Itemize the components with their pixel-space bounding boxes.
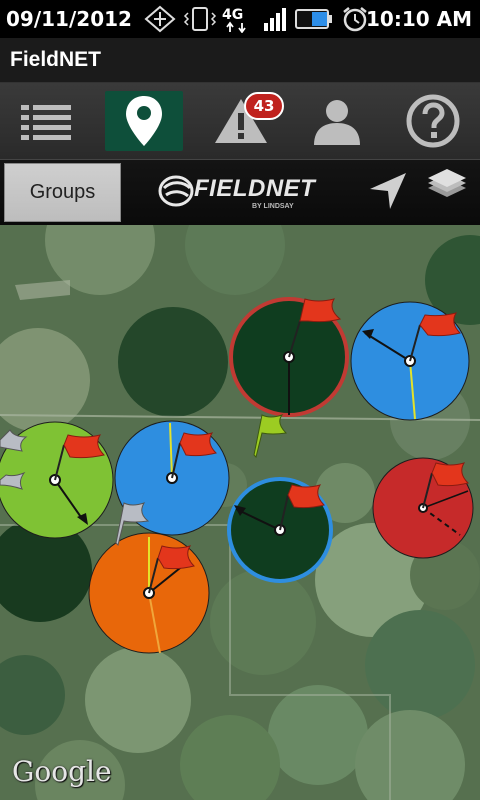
flag-red-icon [179, 432, 217, 457]
pivot-marker[interactable] [229, 297, 349, 417]
status-bar: 09/11/2012 4G 10:10 AM [0, 0, 480, 38]
4g-icon: 4G [222, 7, 246, 33]
groups-button[interactable]: Groups [4, 163, 121, 222]
tab-map[interactable] [105, 91, 183, 151]
fieldnet-logo-mark [158, 175, 194, 207]
fieldnet-logo: FIELDNET BY LINDSAY [158, 171, 328, 215]
app-title-bar: FieldNET [0, 38, 480, 83]
flag-red-icon [287, 484, 325, 509]
app-title: FieldNET [10, 48, 102, 71]
pivot-marker[interactable] [350, 301, 470, 421]
map-view[interactable]: Google [0, 225, 480, 800]
logo-text: FIELDNET [194, 175, 316, 202]
flag-red-icon [431, 462, 469, 487]
logo-subtext: BY LINDSAY [252, 203, 294, 210]
locate-icon[interactable] [366, 169, 410, 213]
battery-icon [295, 9, 332, 29]
data-sync-icon [144, 5, 176, 33]
status-time: 10:10 AM [365, 7, 472, 31]
pivot-marker[interactable] [372, 457, 474, 559]
tab-account[interactable] [298, 91, 376, 151]
tab-list[interactable] [8, 91, 86, 151]
pivot-marker[interactable] [227, 477, 333, 583]
pivot-marker[interactable] [0, 421, 114, 539]
status-icons: 4G [142, 5, 372, 33]
tab-help[interactable] [394, 91, 472, 151]
map-toolbar: Groups FIELDNET BY LINDSAY [0, 159, 480, 226]
map-pin-icon [126, 96, 162, 146]
flag-red-icon [157, 545, 195, 570]
google-attribution: Google [12, 755, 112, 788]
list-icon [21, 105, 71, 140]
signal-icon [264, 8, 286, 31]
layers-icon[interactable] [424, 167, 470, 213]
vibrate-icon [183, 7, 217, 31]
status-date: 09/11/2012 [6, 7, 132, 31]
network-type-label: 4G [222, 7, 243, 23]
help-icon [406, 94, 460, 148]
satellite-map[interactable] [0, 225, 480, 800]
flag-red-icon [419, 312, 461, 337]
user-icon [314, 100, 360, 145]
flag-red-icon [63, 434, 105, 459]
tab-bar [0, 83, 480, 159]
alerts-count-badge: 43 [244, 92, 284, 120]
